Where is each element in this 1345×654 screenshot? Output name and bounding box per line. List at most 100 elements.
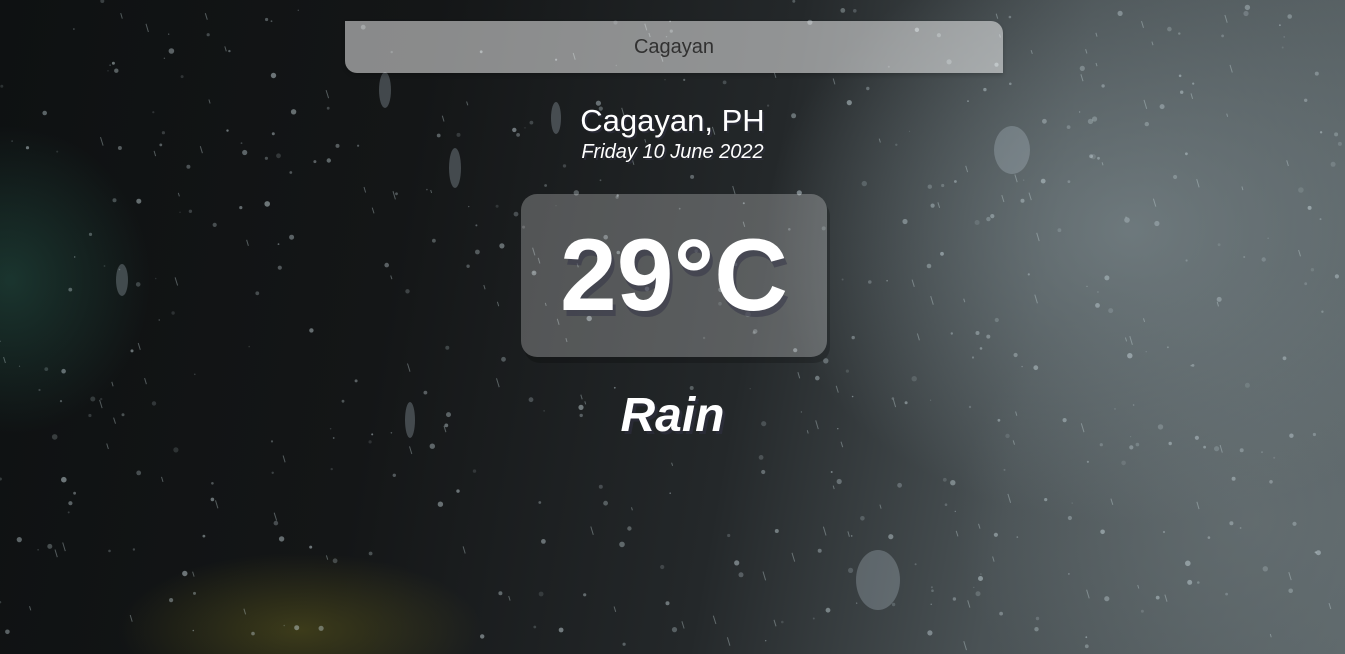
rain-drop <box>1178 32 1181 35</box>
rain-drop <box>132 548 136 551</box>
rain-streak <box>712 615 717 625</box>
rain-drop <box>309 545 313 549</box>
rain-drop <box>1034 627 1039 632</box>
rain-drop <box>1140 609 1144 613</box>
rain-drop <box>395 192 398 196</box>
rain-streak <box>631 507 633 511</box>
rain-drop <box>1283 36 1285 38</box>
rain-drop <box>1315 550 1321 556</box>
rain-drop <box>817 548 822 553</box>
rain-streak <box>1241 186 1244 191</box>
rain-drop <box>1314 551 1317 554</box>
rain-streak <box>1034 294 1038 304</box>
rain-drop <box>853 9 857 13</box>
rain-drop <box>114 68 119 73</box>
rain-streak <box>937 202 941 208</box>
rain-drop <box>993 532 999 537</box>
search-input[interactable] <box>345 21 1003 73</box>
rain-drop <box>1216 296 1222 302</box>
rain-drop <box>1003 468 1006 471</box>
rain-drop <box>861 180 867 187</box>
rain-drop <box>107 70 109 72</box>
rain-streak <box>129 614 133 622</box>
rain-drop <box>812 617 815 620</box>
rain-drop <box>330 467 333 471</box>
rain-drop <box>975 591 981 597</box>
rain-streak <box>732 185 736 195</box>
rain-streak <box>967 600 971 608</box>
rain-drop <box>665 601 670 606</box>
rain-drop <box>986 334 991 339</box>
rain-drop <box>475 249 480 255</box>
rain-drop <box>930 586 933 589</box>
rain-drop <box>1267 237 1269 239</box>
rain-drop <box>886 279 888 282</box>
rain-drop <box>930 203 935 208</box>
rain-drop <box>318 625 324 631</box>
rain-streak <box>1124 337 1128 342</box>
rain-streak <box>1164 594 1168 602</box>
rain-drop <box>1334 274 1339 279</box>
rain-drop <box>950 332 953 335</box>
rain-drop <box>954 180 957 183</box>
rain-drop <box>109 64 111 66</box>
rain-drop <box>671 627 678 633</box>
rain-drop <box>18 365 21 367</box>
rain-streak <box>911 279 915 287</box>
rain-drop <box>1178 74 1182 78</box>
rain-streak <box>54 549 58 558</box>
rain-drop <box>283 624 286 627</box>
rain-drop <box>186 164 191 169</box>
rain-drop <box>1108 308 1114 314</box>
rain-drop <box>1185 259 1188 262</box>
rain-drop <box>1304 282 1308 286</box>
rain-drop <box>1079 65 1085 71</box>
rain-drop <box>228 49 231 53</box>
rain-drop <box>100 0 105 3</box>
rain-drop <box>61 476 67 483</box>
rain-drop <box>1214 446 1220 452</box>
rain-drop <box>248 345 250 348</box>
rain-drop <box>0 84 4 88</box>
rain-drop <box>202 534 206 538</box>
rain-streak <box>1196 501 1200 510</box>
rain-streak <box>508 595 511 601</box>
rain-streak <box>145 23 149 33</box>
rain-drop <box>738 572 744 578</box>
rain-drop <box>475 224 478 227</box>
rain-drop <box>0 477 2 481</box>
rain-drop <box>73 28 75 30</box>
rain-drop <box>211 482 214 485</box>
rain-streak <box>144 377 147 385</box>
rain-drop <box>61 368 66 374</box>
rain-drop <box>533 625 537 629</box>
rain-drop <box>845 369 850 373</box>
rain-streak <box>1298 249 1301 257</box>
rain-drop <box>891 602 896 607</box>
rain-drop <box>468 205 470 208</box>
rain-drop <box>722 80 727 85</box>
rain-drop <box>278 536 285 542</box>
rain-drop <box>1314 71 1319 76</box>
rain-drop <box>1084 644 1089 649</box>
rain-drop <box>1190 364 1193 367</box>
rain-streak <box>1014 174 1018 183</box>
rain-drop <box>1231 476 1236 481</box>
rain-drop <box>868 280 872 284</box>
rain-streak <box>371 207 375 214</box>
rain-drop <box>73 491 76 495</box>
rain-drop <box>825 607 831 613</box>
rain-drop <box>1117 10 1123 16</box>
rain-drop <box>277 265 282 270</box>
rain-drop <box>1016 536 1019 538</box>
rain-drop <box>774 529 779 533</box>
rain-drop <box>1261 257 1266 262</box>
weather-app: Cagayan, PH Friday 10 June 2022 29°C Rai… <box>0 0 1345 654</box>
weather-condition: Rain <box>620 389 725 442</box>
rain-drop <box>1307 205 1312 210</box>
rain-drop <box>940 251 944 256</box>
rain-drop <box>47 543 53 549</box>
rain-drop <box>690 174 695 179</box>
rain-streak <box>1151 41 1154 46</box>
rain-drop <box>765 640 767 642</box>
